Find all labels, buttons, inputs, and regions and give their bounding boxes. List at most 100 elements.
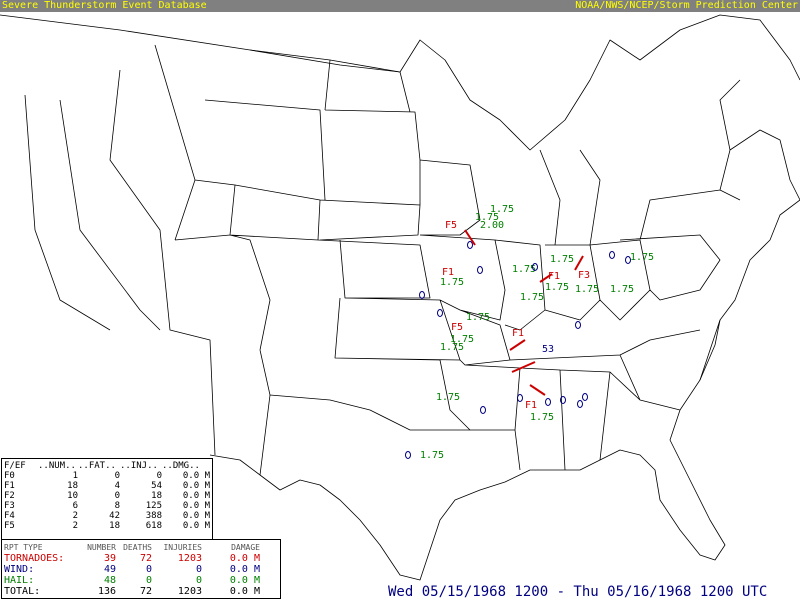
- wind-report-icon: [517, 394, 523, 402]
- rpt-row-wind: WIND: 49 0 0 0.0 M: [4, 564, 260, 575]
- rpt-number: 136: [97, 586, 116, 597]
- event-label: F5: [451, 322, 463, 333]
- wind-report-icon: [467, 241, 473, 249]
- date-range: Wed 05/15/1968 1200 - Thu 05/16/1968 120…: [388, 584, 768, 600]
- event-label: 1.75: [466, 312, 490, 323]
- fef-num: 18: [67, 481, 78, 491]
- event-label: 1.75: [490, 204, 514, 215]
- fef-unit: M: [204, 511, 210, 521]
- fef-scale: F0: [4, 471, 15, 481]
- fef-num: 10: [67, 491, 78, 501]
- wind-report-icon: [575, 321, 581, 329]
- wind-report-icon: [437, 309, 443, 317]
- fef-fat: 0: [114, 491, 120, 501]
- tornado-track: [464, 229, 476, 246]
- fef-unit: M: [204, 481, 210, 491]
- report-summary-table: RPT TYPE NUMBER DEATHS INJURIES DAMAGE T…: [1, 539, 281, 599]
- rpt-deaths: 72: [139, 586, 152, 597]
- rpt-unit: M: [253, 553, 260, 564]
- rpt-number: 48: [103, 575, 116, 586]
- fef-dmg: 0.0: [182, 511, 200, 521]
- fef-unit: M: [204, 501, 210, 511]
- fef-dmg: 0.0: [182, 491, 200, 501]
- event-label: F5: [445, 220, 457, 231]
- fef-dmg: 0.0: [182, 481, 200, 491]
- wind-report-icon: [577, 400, 583, 408]
- fef-row: F0 1 0 0 0.0 M: [4, 471, 210, 481]
- rpt-header-injuries: INJURIES: [163, 543, 202, 552]
- fef-header-num: ..NUM..: [38, 461, 76, 471]
- event-label: 1.75: [436, 392, 460, 403]
- wind-report-icon: [480, 406, 486, 414]
- rpt-type: TOTAL:: [4, 586, 41, 597]
- rpt-damage: 0.0: [229, 575, 248, 586]
- fef-row: F5 2 18 618 0.0 M: [4, 521, 210, 531]
- fef-dmg: 0.0: [182, 501, 200, 511]
- rpt-row-total: TOTAL: 136 72 1203 0.0 M: [4, 586, 260, 597]
- rpt-injuries: 1203: [177, 586, 202, 597]
- tornado-track: [511, 361, 536, 373]
- rpt-injuries: 1203: [177, 553, 202, 564]
- event-label: F3: [578, 270, 590, 281]
- fef-fat: 42: [109, 511, 120, 521]
- rpt-number: 49: [103, 564, 116, 575]
- wind-report-icon: [609, 251, 615, 259]
- title-bar: Severe Thunderstorm Event Database NOAA/…: [0, 0, 800, 12]
- fef-inj: 54: [151, 481, 162, 491]
- event-label: F1: [512, 328, 524, 339]
- state-lines: [24, 44, 800, 476]
- event-label: 2.00: [480, 220, 504, 231]
- fef-scale: F1: [4, 481, 15, 491]
- wind-report-icon: [582, 393, 588, 401]
- rpt-deaths: 72: [139, 553, 152, 564]
- fef-fat: 8: [114, 501, 120, 511]
- fef-header-fat: ..FAT..: [78, 461, 116, 471]
- fef-num: 1: [72, 471, 78, 481]
- fef-scale: F4: [4, 511, 15, 521]
- event-label: 1.75: [545, 282, 569, 293]
- fef-num: 6: [72, 501, 78, 511]
- fef-scale: F5: [4, 521, 15, 531]
- rpt-header-type: RPT TYPE: [4, 543, 43, 552]
- fef-unit: M: [204, 491, 210, 501]
- rpt-deaths: 0: [145, 575, 152, 586]
- rpt-row-tornadoes: TORNADOES: 39 72 1203 0.0 M: [4, 553, 260, 564]
- fef-inj: 0: [156, 471, 162, 481]
- fef-row: F4 2 42 388 0.0 M: [4, 511, 210, 521]
- fef-row: F2 10 0 18 0.0 M: [4, 491, 210, 501]
- fef-num: 2: [72, 511, 78, 521]
- fef-inj: 388: [145, 511, 162, 521]
- fef-fat: 18: [109, 521, 120, 531]
- fef-fat: 0: [114, 471, 120, 481]
- rpt-injuries: 0: [195, 575, 202, 586]
- rpt-damage: 0.0: [229, 553, 248, 564]
- database-title: Severe Thunderstorm Event Database: [2, 0, 207, 11]
- rpt-unit: M: [253, 564, 260, 575]
- event-label: 1.75: [575, 284, 599, 295]
- event-label: 1.75: [520, 292, 544, 303]
- rpt-unit: M: [253, 586, 260, 597]
- fef-inj: 18: [151, 491, 162, 501]
- agency-title: NOAA/NWS/NCEP/Storm Prediction Center: [575, 0, 798, 11]
- rpt-injuries: 0: [195, 564, 202, 575]
- rpt-header-number: NUMBER: [87, 543, 116, 552]
- event-label: 1.75: [440, 342, 464, 353]
- wind-report-icon: [419, 291, 425, 299]
- fujita-scale-table: F/EF ..NUM.. ..FAT.. ..INJ.. ..DMG.. F0 …: [1, 458, 213, 540]
- rpt-damage: 0.0: [229, 564, 248, 575]
- fef-fat: 4: [114, 481, 120, 491]
- rpt-type: WIND:: [4, 564, 35, 575]
- fef-dmg: 0.0: [182, 471, 200, 481]
- tornado-track: [574, 255, 584, 271]
- event-label: 53: [542, 344, 554, 355]
- event-label: F1: [525, 400, 537, 411]
- fef-row: F3 6 8 125 0.0 M: [4, 501, 210, 511]
- rpt-type: HAIL:: [4, 575, 35, 586]
- rpt-damage: 0.0: [229, 586, 248, 597]
- tornado-track: [509, 339, 526, 351]
- wind-report-icon: [545, 398, 551, 406]
- fef-header-inj: ..INJ..: [120, 461, 158, 471]
- fef-scale: F3: [4, 501, 15, 511]
- wind-report-icon: [405, 451, 411, 459]
- event-label: 1.75: [550, 254, 574, 265]
